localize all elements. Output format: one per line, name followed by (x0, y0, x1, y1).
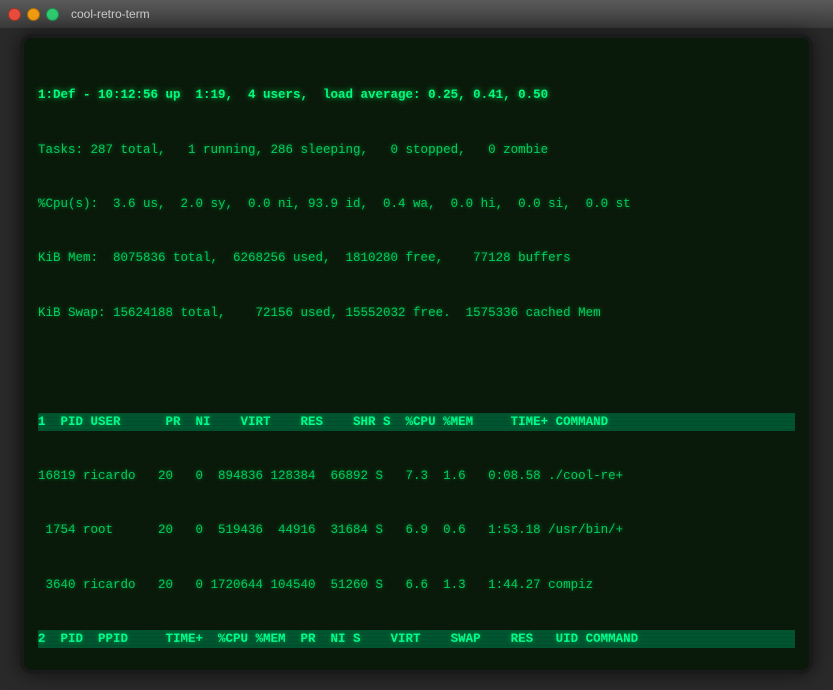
mem-line: KiB Mem: 8075836 total, 6268256 used, 18… (38, 249, 795, 267)
close-button[interactable] (8, 8, 21, 21)
s1-row-0: 16819 ricardo 20 0 894836 128384 66892 S… (38, 467, 795, 485)
minimize-button[interactable] (27, 8, 40, 21)
window-title: cool-retro-term (71, 7, 150, 21)
maximize-button[interactable] (46, 8, 59, 21)
top-status-line: 1:Def - 10:12:56 up 1:19, 4 users, load … (38, 86, 795, 104)
section2-header: 2 PID PPID TIME+ %CPU %MEM PR NI S VIRT … (38, 630, 795, 648)
s1-row-2: 3640 ricardo 20 0 1720644 104540 51260 S… (38, 576, 795, 594)
title-bar: cool-retro-term (0, 0, 833, 28)
s1-row-1: 1754 root 20 0 519436 44916 31684 S 6.9 … (38, 521, 795, 539)
tasks-line: Tasks: 287 total, 1 running, 286 sleepin… (38, 141, 795, 159)
terminal-screen: 1:Def - 10:12:56 up 1:19, 4 users, load … (24, 38, 809, 670)
crt-monitor: 1:Def - 10:12:56 up 1:19, 4 users, load … (20, 34, 813, 674)
section1-header: 1 PID USER PR NI VIRT RES SHR S %CPU %ME… (38, 413, 795, 431)
terminal-output: 1:Def - 10:12:56 up 1:19, 4 users, load … (38, 50, 795, 670)
swap-line: KiB Swap: 15624188 total, 72156 used, 15… (38, 304, 795, 322)
cpu-line: %Cpu(s): 3.6 us, 2.0 sy, 0.0 ni, 93.9 id… (38, 195, 795, 213)
